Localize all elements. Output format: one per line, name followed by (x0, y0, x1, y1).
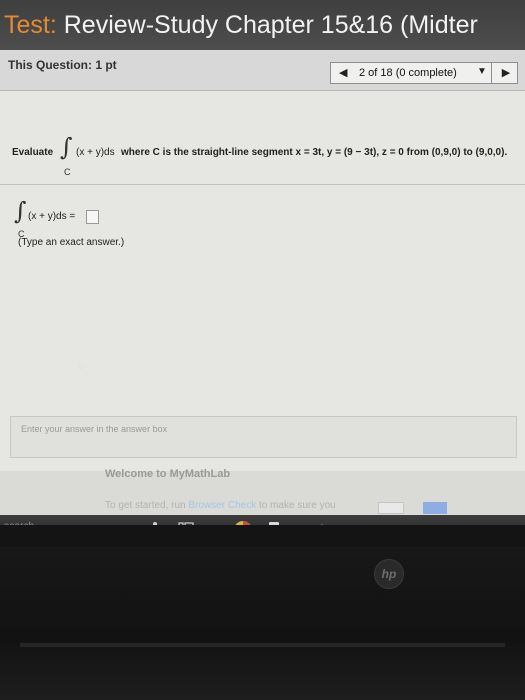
answer-hint: (Type an exact answer.) (18, 237, 125, 248)
title-prefix: Test: (4, 11, 57, 39)
file-explorer-icon[interactable] (265, 520, 295, 525)
integrand: (x + y)ds (76, 147, 115, 158)
microphone-icon[interactable] (150, 521, 160, 525)
title-text: Review-Study Chapter 15&16 (Midter (56, 11, 478, 39)
taskbar: search (0, 515, 525, 525)
store-check-icon[interactable] (307, 522, 325, 525)
faint-mark: ◌ (78, 361, 84, 372)
task-view-icon[interactable] (178, 521, 194, 525)
line-integral-symbol: ∫ (60, 133, 73, 161)
arrow-right-icon: ▶ (501, 67, 511, 79)
welcome-banner: Welcome to MyMathLab To get started, run… (0, 462, 525, 518)
taskbar-search[interactable]: search (4, 521, 34, 525)
status-prompt: Enter your answer in the answer box (21, 424, 168, 434)
status-panel: Enter your answer in the answer box (10, 416, 517, 458)
banner-title: Welcome to MyMathLab (105, 468, 231, 480)
browser-check-link[interactable]: Browser Check (188, 500, 256, 511)
chevron-down-icon[interactable]: ▼ (477, 66, 487, 77)
laptop-hinge (20, 643, 505, 647)
arrow-left-icon: ◀ (339, 67, 348, 79)
question-text: where C is the straight-line segment x =… (121, 147, 508, 158)
answer-input[interactable] (86, 210, 99, 224)
next-question-button[interactable]: ▶ (491, 62, 520, 84)
banner-close-button[interactable] (423, 502, 447, 514)
banner-text-start: To get started, run (105, 500, 189, 511)
screen: Test: Review-Study Chapter 15&16 (Midter… (0, 0, 525, 525)
integral-subscript: C (64, 167, 71, 177)
banner-checkbox[interactable] (378, 502, 404, 514)
hp-logo: hp (374, 559, 404, 589)
divider (0, 184, 525, 185)
answer-integral-symbol: ∫ (14, 197, 27, 225)
answer-lhs: (x + y)ds = (28, 211, 76, 222)
banner-text: To get started, run Browser Check to mak… (105, 500, 336, 511)
previous-question-button[interactable]: ◀ (339, 66, 347, 79)
question-points: This Question: 1 pt (8, 58, 117, 72)
chrome-icon[interactable] (232, 519, 254, 525)
laptop-bezel: hp (0, 547, 525, 700)
question-area: Evaluate ∫ C (x + y)ds where C is the st… (0, 91, 525, 471)
window-title: Test: Review-Study Chapter 15&16 (Midter (4, 10, 478, 40)
question-counter[interactable]: 2 of 18 (0 complete) (359, 67, 457, 79)
title-bar: Test: Review-Study Chapter 15&16 (Midter (0, 0, 525, 50)
banner-text-end: to make sure you (256, 500, 336, 511)
evaluate-label: Evaluate (12, 147, 54, 158)
question-navigator[interactable]: ◀ 2 of 18 (0 complete) ▼ ▶ (330, 62, 518, 84)
